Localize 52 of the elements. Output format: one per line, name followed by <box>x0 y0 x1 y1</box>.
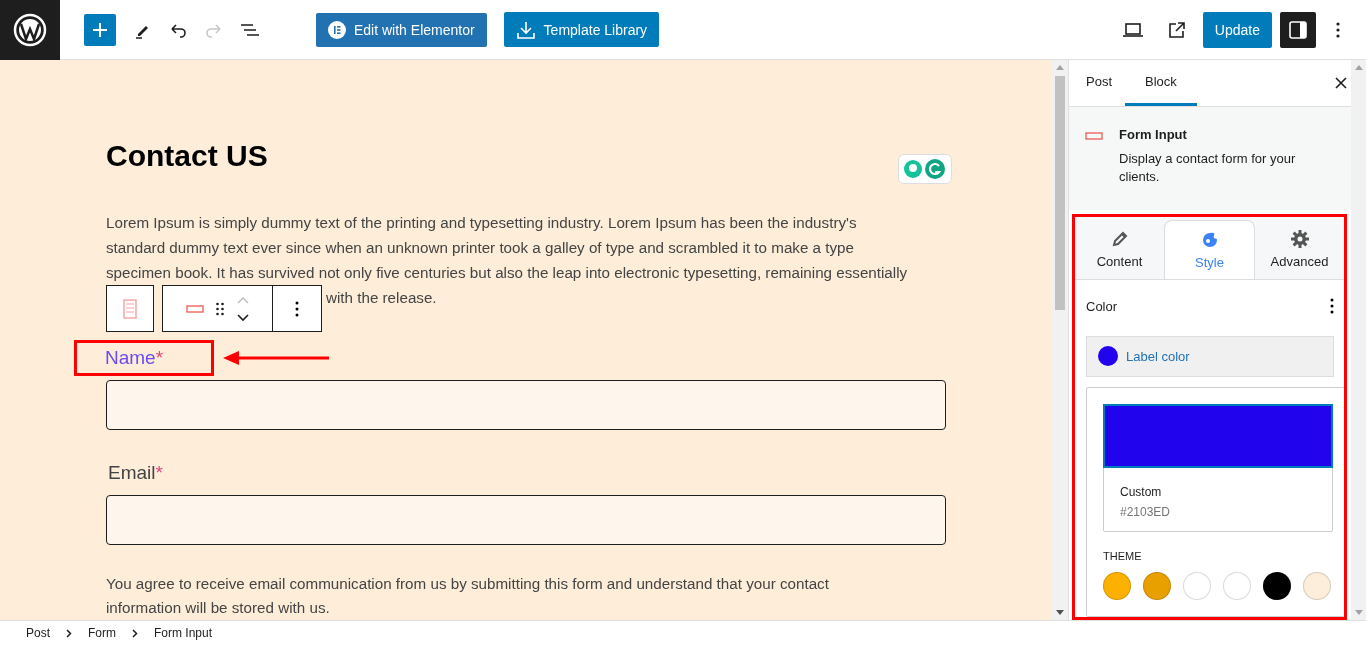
theme-swatch[interactable] <box>1303 571 1331 600</box>
breadcrumb-item[interactable]: Form Input <box>154 626 213 640</box>
update-button[interactable]: Update <box>1202 11 1272 48</box>
scroll-down-icon[interactable] <box>1056 610 1064 616</box>
breadcrumb-item[interactable]: Post <box>26 626 50 640</box>
input-field-icon <box>1085 130 1105 141</box>
more-options-icon[interactable] <box>1330 298 1334 315</box>
color-swatch[interactable] <box>1103 403 1333 468</box>
style-tab[interactable]: Advanced <box>1255 219 1344 280</box>
download-icon <box>515 19 536 40</box>
palette-icon <box>1200 230 1219 249</box>
block-title: Form Input <box>1119 126 1188 142</box>
theme-swatch[interactable] <box>1183 571 1211 600</box>
scrollbar[interactable] <box>1052 60 1068 620</box>
style-tab[interactable]: Content <box>1075 219 1164 280</box>
section-heading: Color <box>1086 298 1118 314</box>
theme-heading: THEME <box>1103 549 1143 562</box>
paragraph-fragment: with the release. <box>326 288 437 308</box>
sidebar-icon <box>1289 20 1307 39</box>
theme-swatch[interactable] <box>1263 571 1291 600</box>
plus-icon <box>92 21 108 38</box>
sidebar-tab[interactable]: Post <box>1073 60 1125 106</box>
input-field-icon[interactable] <box>185 304 204 313</box>
text-input-field[interactable] <box>106 495 946 545</box>
more-options-icon[interactable] <box>295 300 299 317</box>
gear-icon <box>1290 230 1309 249</box>
block-description: Display a contact form for your clients. <box>1119 149 1297 186</box>
settings-toggle[interactable] <box>1280 11 1316 48</box>
add-block-button[interactable] <box>84 13 116 46</box>
theme-swatch[interactable] <box>1143 571 1171 600</box>
pencil-icon <box>1110 230 1129 249</box>
wordpress-logo[interactable] <box>13 12 47 47</box>
consent-text: You agree to receive email communication from us by submitting this form and understand that your contact information will be stored with us. <box>106 574 830 618</box>
chevron-icon <box>66 628 72 638</box>
label-color-button[interactable]: Label color <box>1086 336 1334 377</box>
close-icon[interactable] <box>1335 77 1347 89</box>
breadcrumb-item[interactable]: Form <box>88 626 116 640</box>
drag-handle-icon[interactable] <box>215 301 224 316</box>
theme-swatch[interactable] <box>1223 571 1251 600</box>
edit-with-elementor-button[interactable]: Edit with Elementor <box>316 12 487 47</box>
field-label: Name* <box>77 343 212 373</box>
color-name: Custom <box>1119 483 1163 499</box>
style-tab[interactable]: Style <box>1164 219 1255 280</box>
theme-swatch[interactable] <box>1103 571 1131 600</box>
elementor-icon <box>328 20 346 39</box>
text-input-field[interactable] <box>106 380 946 430</box>
color-value: #2103ED <box>1119 503 1172 521</box>
page-title: Contact US <box>106 138 268 174</box>
template-library-button[interactable]: Template Library <box>503 12 660 47</box>
grammarly-widget[interactable] <box>898 154 952 184</box>
chevron-icon <box>132 628 138 638</box>
field-label: Email* <box>107 462 164 484</box>
